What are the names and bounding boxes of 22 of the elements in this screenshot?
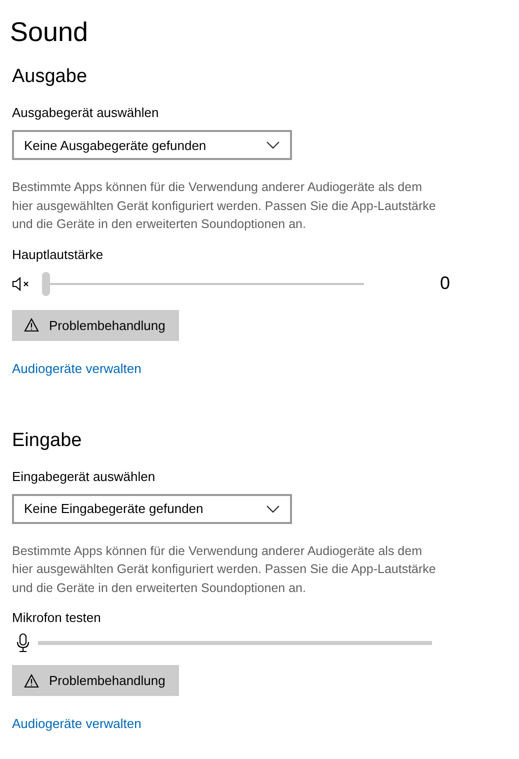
section-heading: Eingabe — [12, 428, 82, 452]
warning-icon — [24, 318, 39, 332]
manage-devices-link[interactable]: Audiogeräte verwalten — [12, 716, 142, 731]
control-label: Mikrofon testen — [12, 609, 101, 627]
manage-devices-link[interactable]: Audiogeräte verwalten — [12, 360, 142, 376]
section-heading: Ausgabe — [12, 65, 88, 89]
chevron-icon — [266, 504, 280, 512]
volume-reading: 0 — [440, 273, 450, 294]
microphone-icon — [16, 633, 30, 653]
field-label: Eingabegerät auswählen — [12, 468, 156, 486]
troubleshoot-button[interactable]: Problembehandlung — [12, 310, 180, 340]
troubleshoot-button[interactable]: Problembehandlung — [12, 665, 180, 696]
description-text: Bestimmte Apps können für die Verwendung anderer Audiogeräte als dem hier ausgewählten Gerät konfiguriert werden. Passen Sie die App-Lautstärke und die Geräte in den erweiterten Soundoptionen an. — [12, 179, 437, 233]
control-label: Hauptlautstärke — [12, 246, 104, 264]
device-dropdown[interactable]: Keine Ausgabegeräte gefunden — [12, 130, 292, 160]
warning-icon — [24, 674, 39, 688]
volume-slider[interactable] — [42, 272, 364, 296]
page-title: Sound — [10, 16, 90, 49]
field-label: Ausgabegerät auswählen — [12, 104, 159, 122]
device-dropdown[interactable]: Keine Eingabegeräte gefunden — [12, 494, 292, 524]
description-text: Bestimmte Apps können für die Verwendung anderer Audiogeräte als dem hier ausgewählten Gerät konfiguriert werden. Passen Sie die App-Lautstärke und die Geräte in den erweiterten Soundoptionen an. — [12, 542, 437, 597]
chevron-icon — [266, 141, 280, 149]
